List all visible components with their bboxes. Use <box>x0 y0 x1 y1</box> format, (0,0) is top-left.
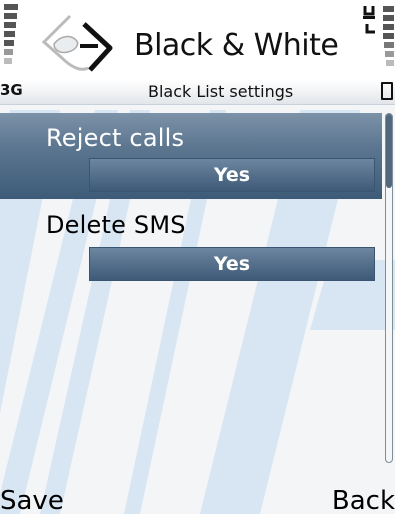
save-softkey[interactable]: Save <box>0 486 64 514</box>
black-and-white-app-icon <box>41 14 113 72</box>
network-type-label: 3G <box>0 81 23 99</box>
setting-label-delete-sms[interactable]: Delete SMS <box>46 211 186 239</box>
signal-strength-icon <box>4 4 18 68</box>
app-title: Black & White <box>134 28 339 63</box>
setting-label-reject-calls: Reject calls <box>46 124 185 152</box>
status-subbar: 3G Black List settings <box>0 80 395 105</box>
phone-screen: Black & White 3G Black List settings Rej… <box>0 0 395 514</box>
setting-value-delete-sms[interactable]: Yes <box>89 247 375 281</box>
title-bar: Black & White <box>0 0 395 80</box>
setting-value-reject-calls[interactable]: Yes <box>89 158 375 192</box>
page-title: Black List settings <box>148 82 294 101</box>
battery-level-icon <box>381 82 393 100</box>
scrollbar-thumb[interactable] <box>386 114 392 188</box>
back-softkey[interactable]: Back <box>332 486 395 514</box>
call-status-icon <box>363 6 394 66</box>
